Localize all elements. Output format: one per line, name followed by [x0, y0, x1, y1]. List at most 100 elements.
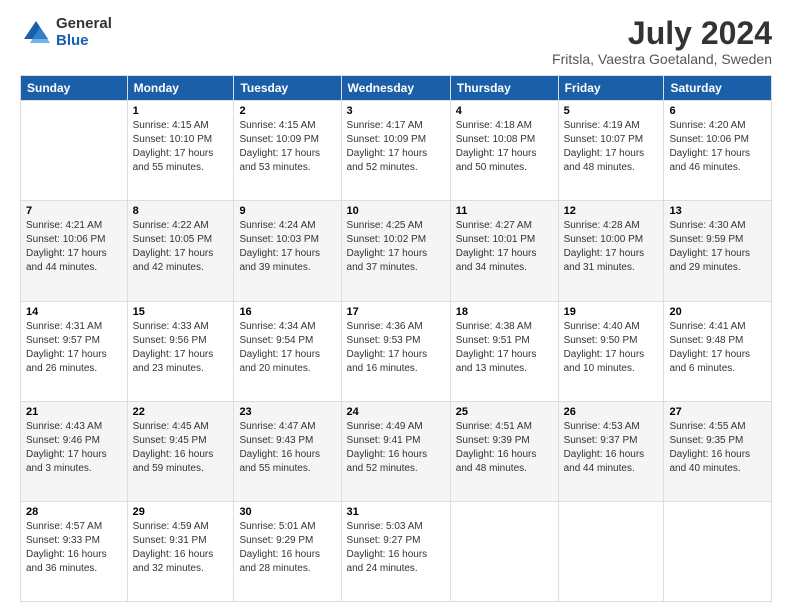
- calendar-cell: 7 Sunrise: 4:21 AM Sunset: 10:06 PM Dayli…: [21, 201, 128, 301]
- calendar-cell: 17 Sunrise: 4:36 AM Sunset: 9:53 PM Dayli…: [341, 301, 450, 401]
- day-info: Sunrise: 4:34 AM Sunset: 9:54 PM Dayligh…: [239, 320, 335, 376]
- calendar-cell: 4 Sunrise: 4:18 AM Sunset: 10:08 PM Dayli…: [450, 101, 558, 201]
- day-number: 3: [347, 105, 445, 117]
- day-info: Sunrise: 4:24 AM Sunset: 10:03 PM Daylig…: [239, 219, 335, 275]
- title-block: July 2024 Fritsla, Vaestra Goetaland, Sw…: [552, 16, 772, 67]
- calendar-cell: 30 Sunrise: 5:01 AM Sunset: 9:29 PM Dayli…: [234, 501, 341, 601]
- day-number: 31: [347, 506, 445, 518]
- calendar-week-5: 28 Sunrise: 4:57 AM Sunset: 9:33 PM Dayli…: [21, 501, 772, 601]
- calendar-cell: [450, 501, 558, 601]
- calendar-cell: [558, 501, 664, 601]
- day-number: 29: [133, 506, 229, 518]
- calendar-header-monday: Monday: [127, 76, 234, 101]
- day-number: 18: [456, 306, 553, 318]
- day-number: 10: [347, 205, 445, 217]
- day-number: 17: [347, 306, 445, 318]
- calendar-cell: 25 Sunrise: 4:51 AM Sunset: 9:39 PM Dayli…: [450, 401, 558, 501]
- subtitle: Fritsla, Vaestra Goetaland, Sweden: [552, 51, 772, 67]
- header: General Blue July 2024 Fritsla, Vaestra …: [20, 16, 772, 67]
- day-info: Sunrise: 5:03 AM Sunset: 9:27 PM Dayligh…: [347, 520, 445, 576]
- day-info: Sunrise: 4:51 AM Sunset: 9:39 PM Dayligh…: [456, 420, 553, 476]
- calendar-header-tuesday: Tuesday: [234, 76, 341, 101]
- calendar-table: SundayMondayTuesdayWednesdayThursdayFrid…: [20, 75, 772, 602]
- logo-blue-text: Blue: [56, 33, 112, 50]
- day-number: 7: [26, 205, 122, 217]
- calendar-cell: 26Sunrise: 4:53 AM Sunset: 9:37 PM Dayli…: [558, 401, 664, 501]
- logo: General Blue: [20, 16, 112, 49]
- day-info: Sunrise: 5:01 AM Sunset: 9:29 PM Dayligh…: [239, 520, 335, 576]
- calendar-cell: 9Sunrise: 4:24 AM Sunset: 10:03 PM Dayli…: [234, 201, 341, 301]
- day-number: 20: [669, 306, 766, 318]
- calendar-cell: 10 Sunrise: 4:25 AM Sunset: 10:02 PM Dayl…: [341, 201, 450, 301]
- day-info: Sunrise: 4:25 AM Sunset: 10:02 PM Daylig…: [347, 219, 445, 275]
- day-number: 23: [239, 406, 335, 418]
- day-info: Sunrise: 4:18 AM Sunset: 10:08 PM Daylig…: [456, 119, 553, 175]
- day-number: 4: [456, 105, 553, 117]
- day-info: Sunrise: 4:17 AM Sunset: 10:09 PM Daylig…: [347, 119, 445, 175]
- calendar-cell: 21Sunrise: 4:43 AM Sunset: 9:46 PM Dayli…: [21, 401, 128, 501]
- calendar-cell: 2 Sunrise: 4:15 AM Sunset: 10:09 PM Dayli…: [234, 101, 341, 201]
- day-info: Sunrise: 4:49 AM Sunset: 9:41 PM Dayligh…: [347, 420, 445, 476]
- day-number: 28: [26, 506, 122, 518]
- calendar-cell: 22 Sunrise: 4:45 AM Sunset: 9:45 PM Dayli…: [127, 401, 234, 501]
- day-info: Sunrise: 4:47 AM Sunset: 9:43 PM Dayligh…: [239, 420, 335, 476]
- day-info: Sunrise: 4:31 AM Sunset: 9:57 PM Dayligh…: [26, 320, 122, 376]
- calendar-header-friday: Friday: [558, 76, 664, 101]
- day-number: 30: [239, 506, 335, 518]
- calendar-header-thursday: Thursday: [450, 76, 558, 101]
- day-info: Sunrise: 4:53 AM Sunset: 9:37 PM Dayligh…: [564, 420, 659, 476]
- day-number: 15: [133, 306, 229, 318]
- day-info: Sunrise: 4:57 AM Sunset: 9:33 PM Dayligh…: [26, 520, 122, 576]
- calendar-header-row: SundayMondayTuesdayWednesdayThursdayFrid…: [21, 76, 772, 101]
- day-number: 1: [133, 105, 229, 117]
- calendar-cell: 3 Sunrise: 4:17 AM Sunset: 10:09 PM Dayli…: [341, 101, 450, 201]
- calendar-cell: [21, 101, 128, 201]
- day-number: 14: [26, 306, 122, 318]
- calendar-week-1: 1Sunrise: 4:15 AM Sunset: 10:10 PM Dayli…: [21, 101, 772, 201]
- day-info: Sunrise: 4:45 AM Sunset: 9:45 PM Dayligh…: [133, 420, 229, 476]
- calendar-cell: 13Sunrise: 4:30 AM Sunset: 9:59 PM Dayli…: [664, 201, 772, 301]
- day-number: 13: [669, 205, 766, 217]
- logo-general-text: General: [56, 16, 112, 33]
- day-number: 16: [239, 306, 335, 318]
- calendar-cell: 18 Sunrise: 4:38 AM Sunset: 9:51 PM Dayli…: [450, 301, 558, 401]
- calendar-cell: 29Sunrise: 4:59 AM Sunset: 9:31 PM Dayli…: [127, 501, 234, 601]
- day-info: Sunrise: 4:15 AM Sunset: 10:09 PM Daylig…: [239, 119, 335, 175]
- day-number: 8: [133, 205, 229, 217]
- day-info: Sunrise: 4:38 AM Sunset: 9:51 PM Dayligh…: [456, 320, 553, 376]
- calendar-header-saturday: Saturday: [664, 76, 772, 101]
- calendar-cell: 11 Sunrise: 4:27 AM Sunset: 10:01 PM Dayl…: [450, 201, 558, 301]
- calendar-cell: 28 Sunrise: 4:57 AM Sunset: 9:33 PM Dayli…: [21, 501, 128, 601]
- day-info: Sunrise: 4:41 AM Sunset: 9:48 PM Dayligh…: [669, 320, 766, 376]
- calendar-cell: 15 Sunrise: 4:33 AM Sunset: 9:56 PM Dayli…: [127, 301, 234, 401]
- day-number: 19: [564, 306, 659, 318]
- calendar-cell: 5Sunrise: 4:19 AM Sunset: 10:07 PM Dayli…: [558, 101, 664, 201]
- day-number: 5: [564, 105, 659, 117]
- calendar-cell: 1Sunrise: 4:15 AM Sunset: 10:10 PM Dayli…: [127, 101, 234, 201]
- day-number: 2: [239, 105, 335, 117]
- calendar-cell: 27Sunrise: 4:55 AM Sunset: 9:35 PM Dayli…: [664, 401, 772, 501]
- day-info: Sunrise: 4:28 AM Sunset: 10:00 PM Daylig…: [564, 219, 659, 275]
- calendar-week-3: 14 Sunrise: 4:31 AM Sunset: 9:57 PM Dayli…: [21, 301, 772, 401]
- day-number: 25: [456, 406, 553, 418]
- day-info: Sunrise: 4:55 AM Sunset: 9:35 PM Dayligh…: [669, 420, 766, 476]
- day-info: Sunrise: 4:40 AM Sunset: 9:50 PM Dayligh…: [564, 320, 659, 376]
- calendar-cell: 6Sunrise: 4:20 AM Sunset: 10:06 PM Dayli…: [664, 101, 772, 201]
- logo-icon: [20, 17, 52, 49]
- day-number: 11: [456, 205, 553, 217]
- calendar-body: 1Sunrise: 4:15 AM Sunset: 10:10 PM Dayli…: [21, 101, 772, 602]
- day-info: Sunrise: 4:27 AM Sunset: 10:01 PM Daylig…: [456, 219, 553, 275]
- calendar-cell: 20 Sunrise: 4:41 AM Sunset: 9:48 PM Dayli…: [664, 301, 772, 401]
- day-info: Sunrise: 4:33 AM Sunset: 9:56 PM Dayligh…: [133, 320, 229, 376]
- day-info: Sunrise: 4:21 AM Sunset: 10:06 PM Daylig…: [26, 219, 122, 275]
- main-title: July 2024: [552, 16, 772, 51]
- day-info: Sunrise: 4:36 AM Sunset: 9:53 PM Dayligh…: [347, 320, 445, 376]
- day-number: 6: [669, 105, 766, 117]
- day-number: 22: [133, 406, 229, 418]
- calendar-cell: 19 Sunrise: 4:40 AM Sunset: 9:50 PM Dayli…: [558, 301, 664, 401]
- calendar-cell: 16 Sunrise: 4:34 AM Sunset: 9:54 PM Dayli…: [234, 301, 341, 401]
- day-number: 12: [564, 205, 659, 217]
- day-info: Sunrise: 4:22 AM Sunset: 10:05 PM Daylig…: [133, 219, 229, 275]
- day-number: 24: [347, 406, 445, 418]
- calendar-cell: 31 Sunrise: 5:03 AM Sunset: 9:27 PM Dayli…: [341, 501, 450, 601]
